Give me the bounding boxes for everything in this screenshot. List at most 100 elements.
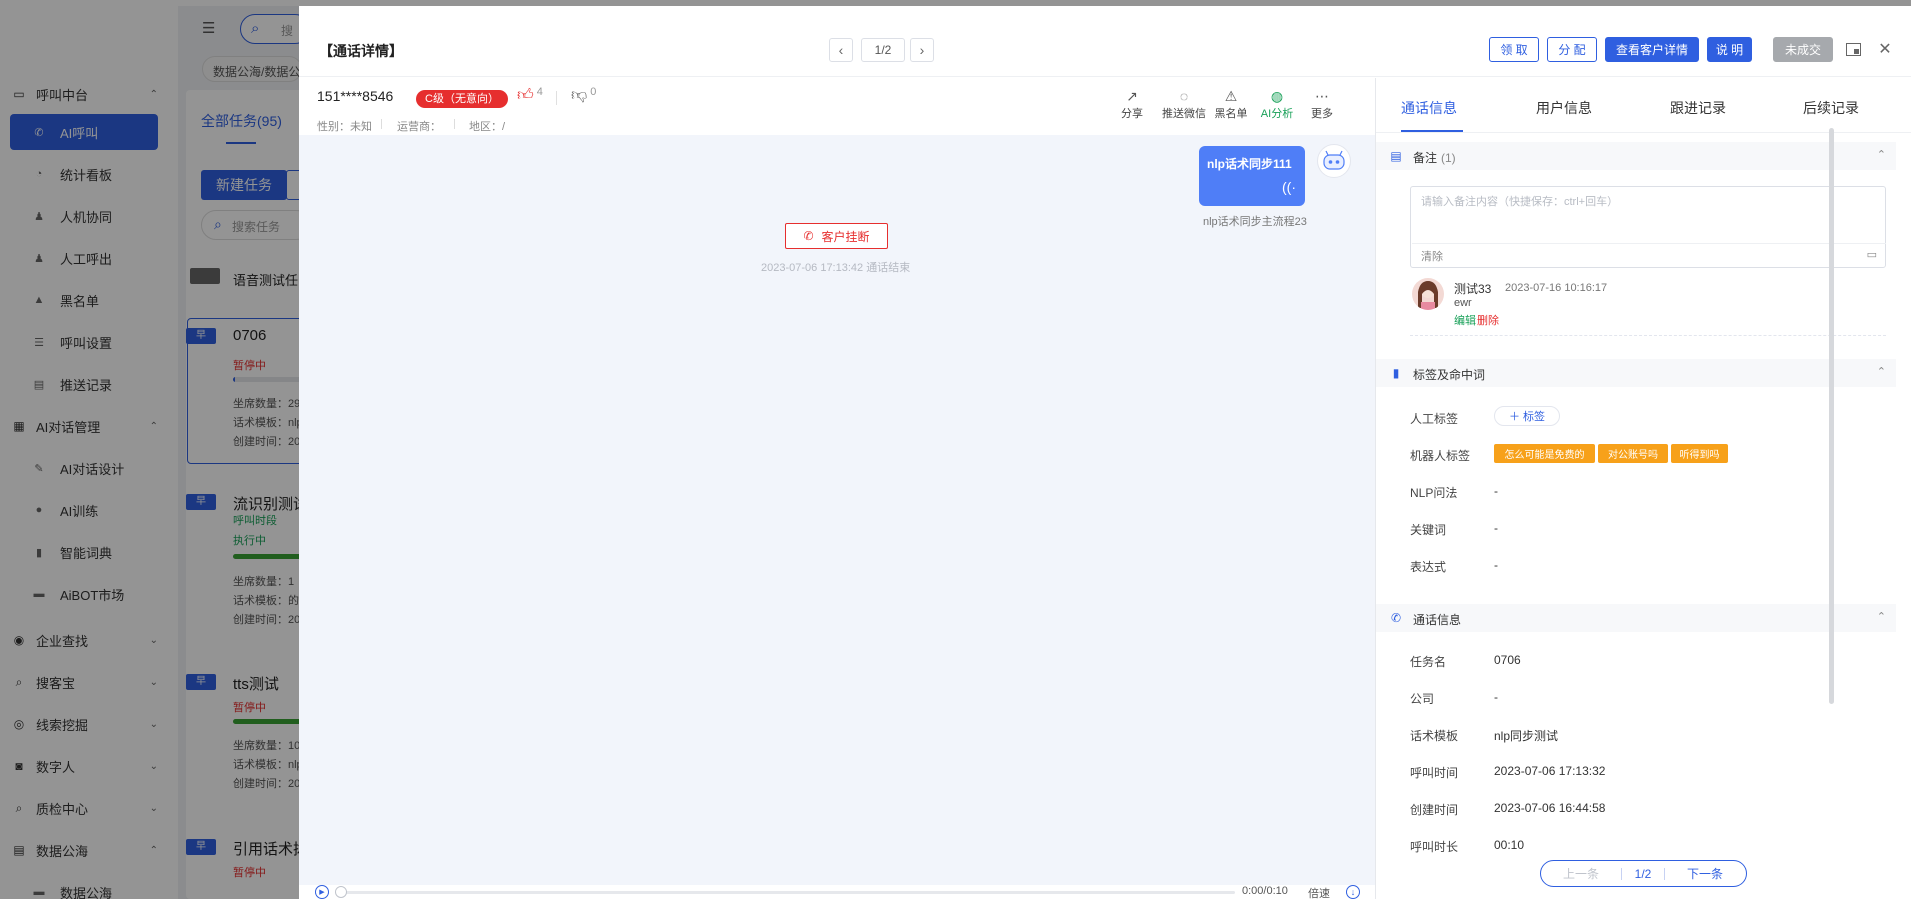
remark-clear-button[interactable]: 清除 [1421,248,1443,264]
customer-gender: 性别：未知 [317,121,372,133]
customer-region: 地区：/ [469,121,506,133]
next-record-link[interactable]: 下一条 [1665,865,1745,882]
drawer-header: 【通话详情】 ‹ 1/2 › 领 取 分 配 查看客户详情 说 明 未成交 ✕ [299,6,1911,77]
pager-count-text: 1/2 [874,43,892,57]
nlp-question-value: - [1494,484,1498,498]
close-icon[interactable]: ✕ [1875,39,1895,59]
explain-button[interactable]: 说 明 [1707,37,1752,62]
tab-user-info[interactable]: 用户信息 [1536,98,1592,118]
add-tag-button[interactable]: ＋ 标签 [1494,406,1560,426]
progress-handle[interactable] [335,886,347,898]
phone-icon: ✆ [1390,610,1402,625]
blacklist-button[interactable]: ⚠ 黑名单 [1208,88,1254,121]
bottom-pager-count: 1/2 [1634,866,1652,881]
company-label: 公司 [1410,692,1435,706]
assign-label: 分 配 [1558,43,1586,57]
tab-followup[interactable]: 跟进记录 [1670,98,1726,118]
play-time: 0:00/0:10 [1242,885,1288,897]
share-label: 分享 [1121,108,1143,120]
explain-label: 说 明 [1715,43,1744,57]
audio-player: ▶ 0:00/0:10 倍速 ↓ [299,885,1375,899]
audio-progress-slider[interactable] [335,885,1235,899]
script-template-value: nlp同步测试 [1494,729,1559,743]
push-wechat-button[interactable]: ◌ 推送微信 [1161,88,1207,121]
note-icon: ▤ [1390,148,1402,163]
call-duration-value: 00:10 [1494,838,1525,852]
task-name-value: 0706 [1494,653,1521,667]
script-template-label: 话术模板 [1410,729,1459,743]
keyword-value: - [1494,521,1498,535]
add-tag-label: ＋ 标签 [1508,411,1546,423]
ai-analysis-button[interactable]: ◍ AI分析 [1254,88,1300,121]
avatar [1412,278,1444,310]
hangup-text: 客户挂断 [821,229,870,244]
call-detail-drawer: 【通话详情】 ‹ 1/2 › 领 取 分 配 查看客户详情 说 明 未成交 ✕ … [299,6,1911,899]
customer-carrier: 运营商： [397,121,441,133]
deal-status-button[interactable]: 未成交 [1773,37,1833,62]
company-value: - [1494,690,1498,704]
chevron-up-icon[interactable]: ⌃ [1877,365,1886,378]
note-delete-link[interactable]: 删除 [1477,312,1499,328]
remark-title: 备注 (1) [1413,149,1456,166]
bot-message-bubble[interactable]: nlp话术同步111 ((· [1199,146,1305,206]
tags-title: 标签及命中词 [1413,368,1486,382]
manual-tag-label: 人工标签 [1410,412,1459,426]
like-button[interactable]: 👍︎ 4 [517,86,543,105]
divider [556,91,557,105]
note-author: 测试33 [1454,282,1492,296]
note-edit-link[interactable]: 编辑 [1454,312,1476,328]
audio-wave-icon[interactable]: ((· [1282,179,1296,195]
divider [1412,243,1886,244]
call-info-section-header[interactable]: ✆ 通话信息 ⌃ [1376,604,1896,632]
message-node-caption: nlp话术同步主流程23 [1203,216,1307,228]
call-time-value: 2023-07-06 17:13:32 [1494,764,1606,778]
share-button[interactable]: ↗ 分享 [1109,88,1155,121]
customer-level-badge: C级（无意向） [416,90,508,108]
tab-subsequent[interactable]: 后续记录 [1803,98,1859,118]
chevron-right-icon: › [919,42,925,58]
tab-call-info[interactable]: 通话信息 [1401,98,1457,118]
ai-analysis-label: AI分析 [1260,108,1294,120]
remark-title-text: 备注 [1413,151,1438,165]
conversation-panel: 151****8546 C级（无意向） 👍︎ 4 👎︎ 0 性别：未知 运营商：… [299,78,1375,899]
download-icon[interactable]: ↓ [1346,885,1360,899]
chevron-up-icon[interactable]: ⌃ [1877,610,1886,623]
assign-button[interactable]: 分 配 [1547,37,1597,62]
expression-value: - [1494,558,1498,572]
playback-speed-button[interactable]: 倍速 [1308,885,1330,899]
expression-label: 表达式 [1410,560,1447,574]
save-icon[interactable]: ▭ [1867,248,1877,261]
dislike-count: 0 [590,86,597,98]
robot-tag: 对公账号吗 [1598,444,1668,463]
more-label: 更多 [1311,108,1333,120]
play-icon[interactable]: ▶ [315,885,329,899]
remark-textarea[interactable]: 请输入备注内容（快捷保存：ctrl+回车） 清除 ▭ [1410,186,1886,268]
claim-button[interactable]: 领 取 [1489,37,1539,62]
bottom-record-pager: 上一条 1/2 下一条 [1540,860,1747,887]
view-customer-button[interactable]: 查看客户详情 [1605,37,1699,62]
call-time-label: 呼叫时间 [1410,766,1459,780]
dislike-button[interactable]: 👎︎ 0 [571,86,596,105]
divider [1410,335,1886,336]
prev-record-button[interactable]: ‹ [829,38,853,62]
chevron-left-icon: ‹ [838,42,844,58]
next-record-button[interactable]: › [910,38,934,62]
created-time-value: 2023-07-06 16:44:58 [1494,801,1606,815]
chat-transcript: nlp话术同步111 ((· nlp话术同步主流程23 ✆ 客户挂断 2023-… [299,135,1375,885]
remark-placeholder: 请输入备注内容（快捷保存：ctrl+回车） [1421,196,1619,208]
scrollbar[interactable] [1829,128,1834,704]
thumbs-up-icon: 👍︎ [517,87,534,104]
drawer-title: 【通话详情】 [319,43,403,59]
divider [454,119,455,129]
more-button[interactable]: ⋯ 更多 [1299,88,1345,121]
more-icon: ⋯ [1315,88,1329,104]
tags-section-header[interactable]: ▮ 标签及命中词 ⌃ [1376,359,1896,387]
prev-record-link[interactable]: 上一条 [1541,865,1621,882]
chevron-up-icon[interactable]: ⌃ [1877,148,1886,161]
remark-count: (1) [1441,151,1456,165]
restore-window-icon[interactable] [1843,39,1863,59]
bot-avatar [1317,144,1351,178]
record-pager-count: 1/2 [861,38,905,62]
remark-section-header[interactable]: ▤ 备注 (1) ⌃ [1376,142,1896,170]
created-time-label: 创建时间 [1410,803,1459,817]
